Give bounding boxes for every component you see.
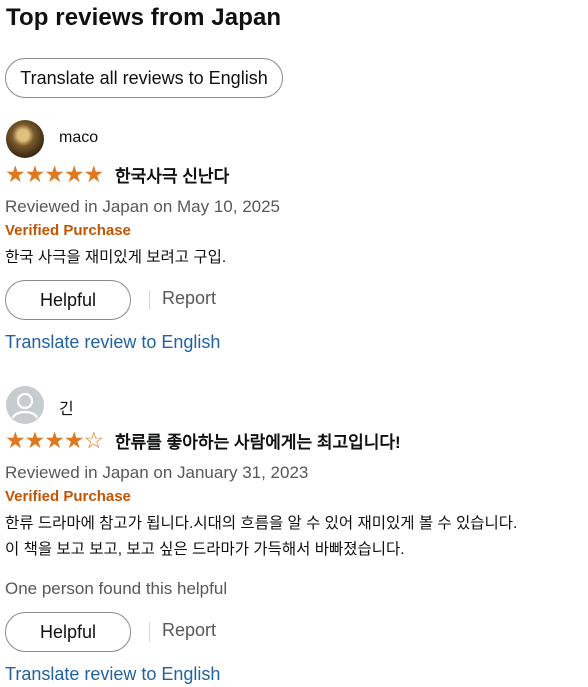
review-title[interactable]: 한국사극 신난다	[115, 163, 229, 191]
reviewer-profile[interactable]: maco	[5, 118, 585, 160]
review-body-line: 이 책을 보고 보고, 보고 싶은 드라마가 가득해서 바빠졌습니다.	[5, 541, 405, 558]
review-body-line: 한국 사극을 재미있게 보려고 구입.	[5, 249, 227, 266]
translate-review-link[interactable]: Translate review to English	[5, 330, 220, 354]
verified-purchase-badge: Verified Purchase	[5, 488, 131, 505]
reviewer-name: maco	[59, 129, 99, 146]
review-body: 한류 드라마에 참고가 됩니다.시대의 흐름을 알 수 있어 재미있게 볼 수 …	[5, 511, 585, 563]
divider	[149, 290, 150, 310]
review-date: Reviewed in Japan on May 10, 2025	[5, 197, 281, 216]
helpful-button[interactable]: Helpful	[5, 280, 131, 320]
report-link[interactable]: Report	[162, 288, 216, 309]
report-link[interactable]: Report	[162, 620, 216, 641]
translate-all-reviews-button[interactable]: Translate all reviews to English	[5, 58, 283, 98]
verified-purchase-badge: Verified Purchase	[5, 222, 131, 239]
review-body-line: 한류 드라마에 참고가 됩니다.시대의 흐름을 알 수 있어 재미있게 볼 수 …	[5, 515, 518, 532]
helpful-button[interactable]: Helpful	[5, 612, 131, 652]
avatar	[6, 120, 44, 158]
review-body: 한국 사극을 재미있게 보려고 구입.	[5, 245, 585, 271]
default-user-icon	[6, 386, 44, 424]
helpful-count: One person found this helpful	[5, 579, 228, 598]
reviewer-profile[interactable]: 긴	[5, 384, 585, 426]
divider	[149, 622, 150, 642]
review-title[interactable]: 한류를 좋아하는 사람에게는 최고입니다!	[115, 429, 401, 457]
reviewer-name: 긴	[59, 401, 74, 418]
section-title: Top reviews from Japan	[6, 4, 282, 31]
review-card: 긴 ★★★★☆ 한류를 좋아하는 사람에게는 최고입니다! Reviewed i…	[5, 384, 585, 686]
review-card: maco ★★★★★ 한국사극 신난다 Reviewed in Japan on…	[5, 118, 585, 354]
review-date: Reviewed in Japan on January 31, 2023	[5, 463, 309, 482]
star-rating-icon[interactable]: ★★★★★	[5, 160, 104, 188]
translate-review-link[interactable]: Translate review to English	[5, 662, 220, 686]
star-rating-icon[interactable]: ★★★★☆	[5, 426, 104, 454]
